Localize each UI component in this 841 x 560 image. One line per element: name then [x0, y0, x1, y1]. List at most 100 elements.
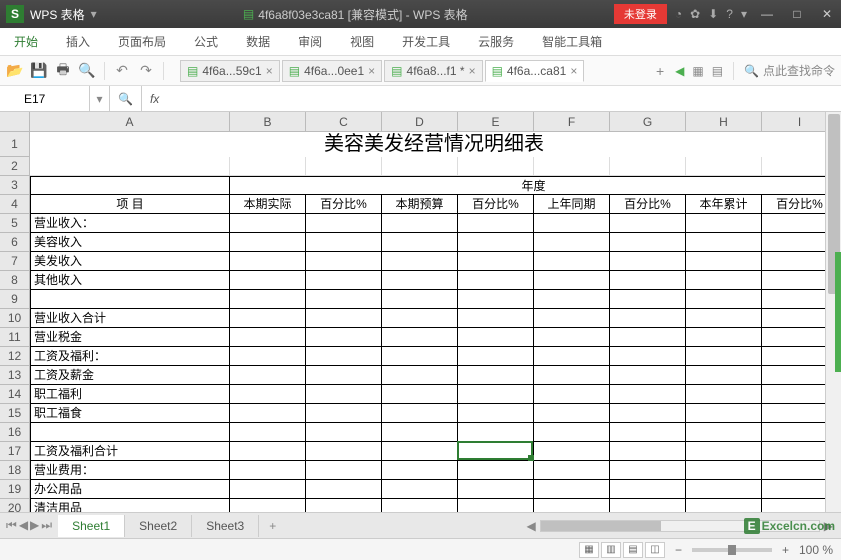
cell-C4[interactable]: 百分比%	[306, 195, 382, 214]
cell-D17[interactable]	[382, 442, 458, 461]
menu-审阅[interactable]: 审阅	[284, 28, 336, 56]
sheet-nav-last[interactable]: ⏭	[41, 518, 52, 533]
cell-E10[interactable]	[458, 309, 534, 328]
row-header[interactable]: 16	[0, 423, 30, 442]
cell-G4[interactable]: 百分比%	[610, 195, 686, 214]
cell-B9[interactable]	[230, 290, 306, 309]
menu-开发工具[interactable]: 开发工具	[388, 28, 464, 56]
download-icon[interactable]: ⬇	[708, 7, 718, 21]
cell-D20[interactable]	[382, 499, 458, 512]
row-header[interactable]: 15	[0, 404, 30, 423]
hscroll-thumb[interactable]	[541, 521, 661, 531]
cell-F18[interactable]	[534, 461, 610, 480]
column-header[interactable]: E	[458, 112, 534, 132]
cell-F17[interactable]	[534, 442, 610, 461]
cell-A10[interactable]: 营业收入合计	[30, 309, 230, 328]
cell-C5[interactable]	[306, 214, 382, 233]
cell-A15[interactable]: 职工福食	[30, 404, 230, 423]
cell-D18[interactable]	[382, 461, 458, 480]
fx-label[interactable]: fx	[142, 92, 167, 106]
cell-B15[interactable]	[230, 404, 306, 423]
cell-A20[interactable]: 清洁用品	[30, 499, 230, 512]
close-tab-icon[interactable]: ×	[570, 64, 577, 78]
minimize-button[interactable]: —	[753, 0, 781, 28]
cell-H18[interactable]	[686, 461, 762, 480]
cell-F12[interactable]	[534, 347, 610, 366]
cell-C17[interactable]	[306, 442, 382, 461]
cell-C14[interactable]	[306, 385, 382, 404]
cell-C12[interactable]	[306, 347, 382, 366]
tab-grid-icon[interactable]: ▤	[712, 64, 723, 78]
cell-G7[interactable]	[610, 252, 686, 271]
menu-视图[interactable]: 视图	[336, 28, 388, 56]
row-header[interactable]: 11	[0, 328, 30, 347]
view-page-icon[interactable]: ▥	[601, 542, 621, 558]
cell-H11[interactable]	[686, 328, 762, 347]
cell-H7[interactable]	[686, 252, 762, 271]
cell-B16[interactable]	[230, 423, 306, 442]
cell-H10[interactable]	[686, 309, 762, 328]
cell-B13[interactable]	[230, 366, 306, 385]
row-header[interactable]: 9	[0, 290, 30, 309]
cell-A7[interactable]: 美发收入	[30, 252, 230, 271]
cell-F9[interactable]	[534, 290, 610, 309]
menu-智能工具箱[interactable]: 智能工具箱	[528, 28, 616, 56]
cell-E12[interactable]	[458, 347, 534, 366]
cell-C6[interactable]	[306, 233, 382, 252]
cell-F15[interactable]	[534, 404, 610, 423]
cell-A4[interactable]: 项 目	[30, 195, 230, 214]
undo-icon[interactable]: ↶	[113, 62, 131, 80]
row-header[interactable]: 3	[0, 176, 30, 195]
menu-云服务[interactable]: 云服务	[464, 28, 528, 56]
year-header[interactable]: 年度	[230, 176, 838, 195]
cell-A13[interactable]: 工资及薪金	[30, 366, 230, 385]
cell-B2[interactable]	[230, 157, 306, 176]
row-header[interactable]: 5	[0, 214, 30, 233]
cell-E11[interactable]	[458, 328, 534, 347]
cell-E20[interactable]	[458, 499, 534, 512]
cell-G17[interactable]	[610, 442, 686, 461]
sheet-title[interactable]: 美容美发经营情况明细表	[30, 132, 838, 157]
cell-G11[interactable]	[610, 328, 686, 347]
column-header[interactable]: D	[382, 112, 458, 132]
cell-B8[interactable]	[230, 271, 306, 290]
zoom-out-button[interactable]: −	[675, 543, 682, 557]
cell-F2[interactable]	[534, 157, 610, 176]
cell-B18[interactable]	[230, 461, 306, 480]
cell-C20[interactable]	[306, 499, 382, 512]
cell-H17[interactable]	[686, 442, 762, 461]
cell-D2[interactable]	[382, 157, 458, 176]
more-icon[interactable]: ▾	[741, 7, 747, 21]
cell-D15[interactable]	[382, 404, 458, 423]
column-header[interactable]: H	[686, 112, 762, 132]
cell-C16[interactable]	[306, 423, 382, 442]
cell-A14[interactable]: 职工福利	[30, 385, 230, 404]
maximize-button[interactable]: □	[783, 0, 811, 28]
row-header[interactable]: 13	[0, 366, 30, 385]
cell-C8[interactable]	[306, 271, 382, 290]
row-header[interactable]: 6	[0, 233, 30, 252]
save-icon[interactable]: 💾	[30, 62, 48, 80]
cell-B12[interactable]	[230, 347, 306, 366]
cell-B14[interactable]	[230, 385, 306, 404]
cell-E9[interactable]	[458, 290, 534, 309]
cell-H16[interactable]	[686, 423, 762, 442]
row-header[interactable]: 10	[0, 309, 30, 328]
close-tab-icon[interactable]: ×	[469, 64, 476, 78]
doc-tab[interactable]: ▤4f6a8...f1 *×	[384, 60, 482, 82]
cell-F16[interactable]	[534, 423, 610, 442]
cell-E5[interactable]	[458, 214, 534, 233]
cell-D12[interactable]	[382, 347, 458, 366]
row-header[interactable]: 12	[0, 347, 30, 366]
cell-H9[interactable]	[686, 290, 762, 309]
name-box-dropdown[interactable]: ▾	[90, 86, 110, 111]
cell-D8[interactable]	[382, 271, 458, 290]
cell-A11[interactable]: 营业税金	[30, 328, 230, 347]
row-header[interactable]: 1	[0, 132, 30, 157]
cell-F7[interactable]	[534, 252, 610, 271]
cell-F8[interactable]	[534, 271, 610, 290]
cell-F10[interactable]	[534, 309, 610, 328]
column-header[interactable]: A	[30, 112, 230, 132]
cell-D16[interactable]	[382, 423, 458, 442]
row-header[interactable]: 14	[0, 385, 30, 404]
